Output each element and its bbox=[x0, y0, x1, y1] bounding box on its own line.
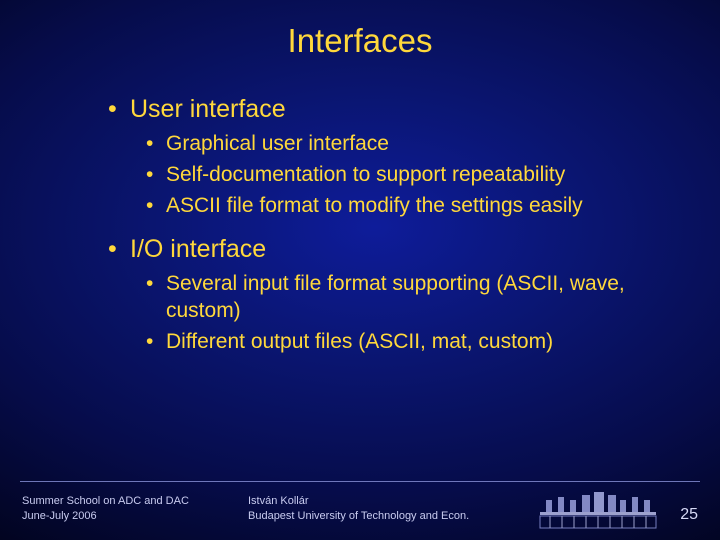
bullet-sublist: Several input file format supporting (AS… bbox=[146, 271, 668, 356]
bullet-text: Self-documentation to support repeatabil… bbox=[166, 163, 565, 186]
footer-author: István Kollár bbox=[248, 494, 469, 509]
bullet-level2: Different output files (ASCII, mat, cust… bbox=[146, 329, 668, 356]
bullet-sublist: Graphical user interface Self-documentat… bbox=[146, 131, 668, 220]
bullet-text: Different output files (ASCII, mat, cust… bbox=[166, 330, 553, 353]
footer-date: June-July 2006 bbox=[22, 509, 189, 524]
bullet-text: Several input file format supporting (AS… bbox=[166, 272, 625, 322]
bullet-text: I/O interface bbox=[130, 235, 266, 263]
footer-left-block: Summer School on ADC and DAC June-July 2… bbox=[22, 494, 189, 524]
bullet-level2: Several input file format supporting (AS… bbox=[146, 271, 668, 325]
footer: Summer School on ADC and DAC June-July 2… bbox=[0, 482, 720, 540]
slide: Interfaces User interface Graphical user… bbox=[0, 0, 720, 540]
bullet-level1: I/O interface bbox=[108, 234, 668, 265]
footer-event: Summer School on ADC and DAC bbox=[22, 494, 189, 509]
footer-mid-block: István Kollár Budapest University of Tec… bbox=[248, 494, 469, 524]
slide-body: User interface Graphical user interface … bbox=[108, 94, 668, 370]
bullet-level2: Graphical user interface bbox=[146, 131, 668, 158]
bullet-text: User interface bbox=[130, 95, 286, 123]
bullet-level1: User interface bbox=[108, 94, 668, 125]
page-number: 25 bbox=[680, 506, 698, 524]
footer-affiliation: Budapest University of Technology and Ec… bbox=[248, 509, 469, 524]
slide-title: Interfaces bbox=[0, 22, 720, 60]
bullet-level2: ASCII file format to modify the settings… bbox=[146, 193, 668, 220]
bullet-level2: Self-documentation to support repeatabil… bbox=[146, 162, 668, 189]
university-logo bbox=[538, 492, 658, 530]
bullet-text: ASCII file format to modify the settings… bbox=[166, 194, 583, 217]
bullet-text: Graphical user interface bbox=[166, 132, 389, 155]
